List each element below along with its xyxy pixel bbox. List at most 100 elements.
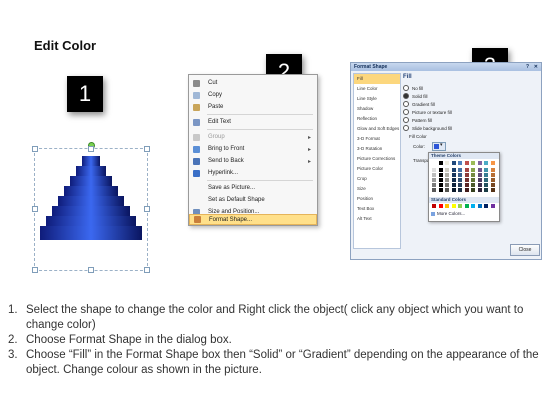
color-swatch[interactable] <box>484 168 488 172</box>
color-swatch[interactable] <box>458 168 462 172</box>
color-swatch[interactable] <box>445 168 449 172</box>
sidebar-item-alt-text[interactable]: Alt Text <box>354 214 400 224</box>
color-swatch[interactable] <box>477 178 482 182</box>
color-swatch[interactable] <box>471 161 475 165</box>
radio-no-fill[interactable]: No fill <box>403 85 423 91</box>
close-icon[interactable]: ✕ <box>534 63 538 71</box>
radio-slide-background-fill[interactable]: Slide background fill <box>403 125 452 131</box>
sidebar-item-text-box[interactable]: Text Box <box>354 204 400 214</box>
resize-handle[interactable] <box>32 146 38 152</box>
resize-handle[interactable] <box>88 267 94 273</box>
radio-pattern-fill[interactable]: Pattern fill <box>403 117 432 123</box>
resize-handle[interactable] <box>32 267 38 273</box>
color-swatch[interactable] <box>458 161 462 165</box>
color-swatch[interactable] <box>490 173 495 177</box>
color-picker-button[interactable]: ▾ <box>432 142 446 151</box>
color-swatch[interactable] <box>451 173 456 177</box>
color-swatch[interactable] <box>451 168 456 172</box>
sidebar-item-3d-rotation[interactable]: 3-D Rotation <box>354 144 400 154</box>
color-swatch[interactable] <box>484 188 488 192</box>
menu-item-hyperlink[interactable]: Hyperlink... <box>189 167 317 179</box>
color-swatch[interactable] <box>438 183 443 187</box>
color-swatch[interactable] <box>484 161 488 165</box>
color-swatch[interactable] <box>451 161 456 165</box>
menu-item-copy[interactable]: Copy <box>189 89 317 101</box>
color-swatch[interactable] <box>451 204 456 208</box>
color-swatch[interactable] <box>484 183 488 187</box>
color-swatch[interactable] <box>471 188 475 192</box>
sidebar-item-shadow[interactable]: Shadow <box>354 104 400 114</box>
color-swatch[interactable] <box>477 173 482 177</box>
radio-picture-fill[interactable]: Picture or texture fill <box>403 109 452 115</box>
color-swatch[interactable] <box>458 188 462 192</box>
sidebar-item-line-style[interactable]: Line Style <box>354 94 400 104</box>
resize-handle[interactable] <box>144 206 150 212</box>
color-swatch[interactable] <box>445 173 449 177</box>
color-swatch[interactable] <box>471 168 475 172</box>
color-swatch[interactable] <box>432 168 436 172</box>
color-swatch[interactable] <box>464 204 469 208</box>
resize-handle[interactable] <box>88 146 94 152</box>
color-swatch[interactable] <box>438 173 443 177</box>
color-swatch[interactable] <box>438 188 443 192</box>
color-swatch[interactable] <box>464 173 469 177</box>
color-swatch[interactable] <box>432 204 436 208</box>
color-swatch[interactable] <box>477 161 482 165</box>
menu-item-bring-to-front[interactable]: Bring to Front ▸ <box>189 143 317 155</box>
color-swatch[interactable] <box>451 178 456 182</box>
menu-item-set-default-shape[interactable]: Set as Default Shape <box>189 194 317 206</box>
color-swatch[interactable] <box>458 183 462 187</box>
resize-handle[interactable] <box>144 146 150 152</box>
menu-item-save-as-picture[interactable]: Save as Picture... <box>189 182 317 194</box>
resize-handle[interactable] <box>144 267 150 273</box>
color-swatch[interactable] <box>477 204 482 208</box>
sidebar-item-position[interactable]: Position <box>354 194 400 204</box>
color-swatch[interactable] <box>445 178 449 182</box>
color-swatch[interactable] <box>432 183 436 187</box>
menu-item-group[interactable]: Group ▸ <box>189 131 317 143</box>
color-swatch[interactable] <box>432 161 436 165</box>
sidebar-item-size[interactable]: Size <box>354 184 400 194</box>
color-swatch[interactable] <box>490 188 495 192</box>
color-swatch[interactable] <box>438 204 443 208</box>
color-swatch[interactable] <box>490 204 495 208</box>
sidebar-item-line-color[interactable]: Line Color <box>354 84 400 94</box>
pyramid-shape[interactable] <box>32 142 150 273</box>
color-swatch[interactable] <box>445 204 449 208</box>
sidebar-item-3d-format[interactable]: 3-D Format <box>354 134 400 144</box>
color-swatch[interactable] <box>458 173 462 177</box>
sidebar-item-fill[interactable]: Fill <box>354 74 400 84</box>
color-swatch[interactable] <box>438 178 443 182</box>
color-swatch[interactable] <box>484 173 488 177</box>
menu-item-edit-text[interactable]: Edit Text <box>189 116 317 128</box>
color-swatch[interactable] <box>471 204 475 208</box>
color-swatch[interactable] <box>432 188 436 192</box>
color-swatch[interactable] <box>445 161 449 165</box>
color-swatch[interactable] <box>477 188 482 192</box>
color-swatch[interactable] <box>438 168 443 172</box>
color-swatch[interactable] <box>477 183 482 187</box>
color-swatch[interactable] <box>490 178 495 182</box>
color-swatch[interactable] <box>464 188 469 192</box>
color-swatch[interactable] <box>445 183 449 187</box>
color-swatch[interactable] <box>471 183 475 187</box>
more-colors-item[interactable]: More Colors... <box>431 211 465 216</box>
menu-item-format-shape[interactable]: Format Shape... <box>189 214 317 225</box>
radio-solid-fill[interactable]: Solid fill <box>403 93 428 99</box>
color-swatch[interactable] <box>464 178 469 182</box>
close-button[interactable]: Close <box>510 244 540 256</box>
color-swatch[interactable] <box>451 183 456 187</box>
menu-item-paste[interactable]: Paste <box>189 101 317 113</box>
color-swatch[interactable] <box>432 173 436 177</box>
menu-item-cut[interactable]: Cut <box>189 77 317 89</box>
color-swatch[interactable] <box>484 178 488 182</box>
color-swatch[interactable] <box>438 161 443 165</box>
color-swatch[interactable] <box>432 178 436 182</box>
sidebar-item-reflection[interactable]: Reflection <box>354 114 400 124</box>
color-swatch[interactable] <box>490 161 495 165</box>
color-swatch[interactable] <box>471 173 475 177</box>
color-swatch[interactable] <box>490 168 495 172</box>
color-swatch[interactable] <box>464 183 469 187</box>
color-swatch[interactable] <box>471 178 475 182</box>
color-swatch[interactable] <box>484 204 488 208</box>
